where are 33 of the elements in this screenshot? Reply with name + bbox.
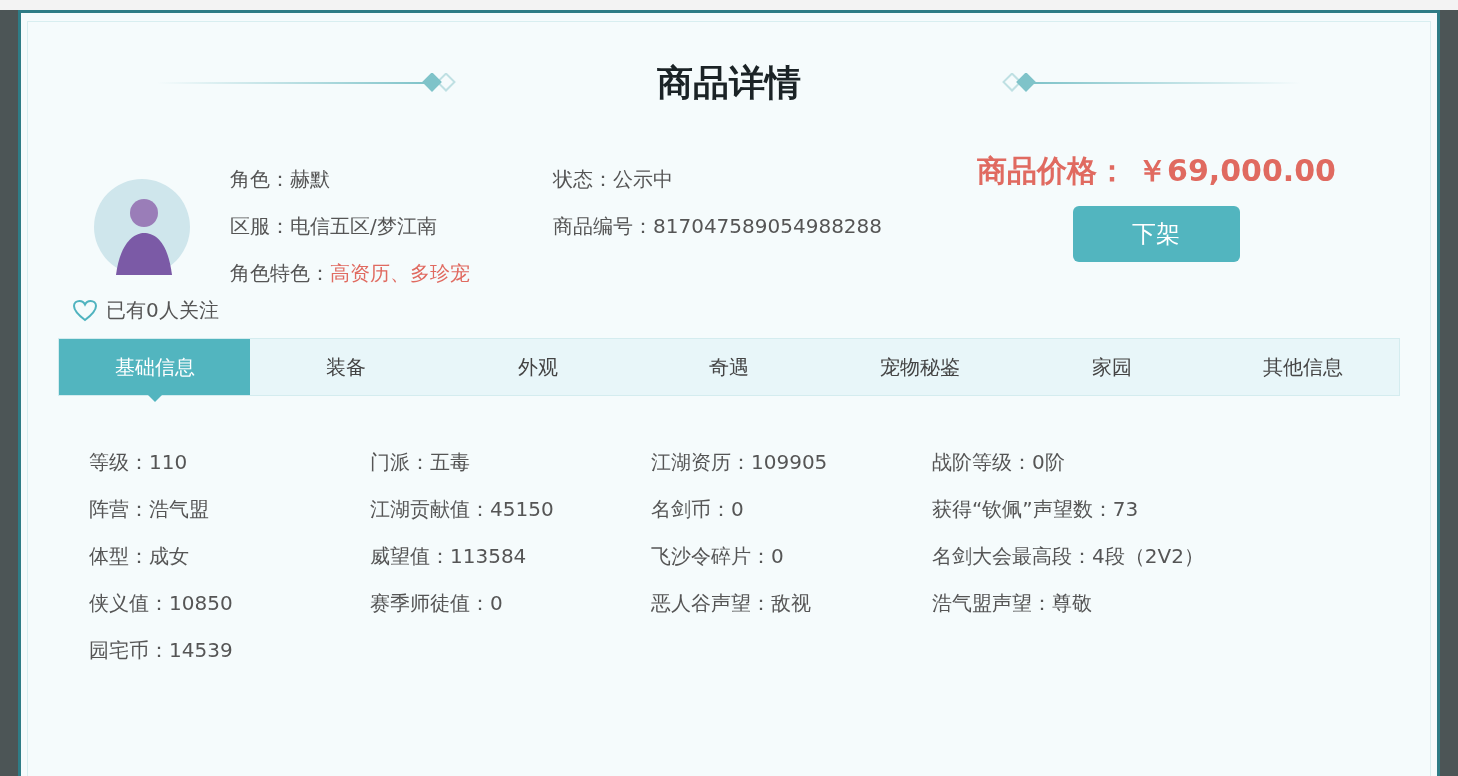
stat-item: 恶人谷声望：敌视 <box>651 590 812 617</box>
stat-item: 门派：五毒 <box>370 449 471 476</box>
product-price: 商品价格： ￥69,000.00 <box>976 152 1336 190</box>
heart-icon[interactable] <box>72 298 98 323</box>
tab[interactable]: 其他信息 <box>1207 339 1399 395</box>
profile-field: 商品编号：817047589054988288 <box>553 212 883 240</box>
stat-item: 飞沙令碎片：0 <box>651 543 785 570</box>
stat-item: 江湖资历：109905 <box>651 449 829 476</box>
stat-item: 战阶等级：0阶 <box>932 449 1066 476</box>
follower-count: 已有0人关注 <box>106 297 219 324</box>
tab[interactable]: 外观 <box>441 339 634 395</box>
tab[interactable]: 宠物秘鉴 <box>824 339 1017 395</box>
stat-item: 侠义值：10850 <box>89 590 234 617</box>
tab[interactable]: 家园 <box>1016 339 1208 395</box>
dialog-title: 商品详情 <box>657 60 801 105</box>
stat-item: 赛季师徒值：0 <box>370 590 504 617</box>
tab[interactable]: 奇遇 <box>633 339 825 395</box>
stat-item: 阵营：浩气盟 <box>89 496 210 523</box>
stat-item: 江湖贡献值：45150 <box>370 496 555 523</box>
tab-pointer-icon <box>147 395 162 402</box>
stat-item: 等级：110 <box>89 449 189 476</box>
stat-item: 威望值：113584 <box>370 543 528 570</box>
profile-field: 角色：赫默 <box>230 165 553 193</box>
profile-field: 角色特色：高资历、多珍宠 <box>230 259 553 287</box>
stat-item: 体型：成女 <box>89 543 190 570</box>
stat-item: 园宅币：14539 <box>89 637 234 664</box>
stat-item: 名剑大会最高段：4段（2V2） <box>932 543 1205 570</box>
profile-field: 状态：公示中 <box>553 165 883 193</box>
stat-item: 名剑币：0 <box>651 496 745 523</box>
tab[interactable]: 装备 <box>250 339 442 395</box>
stat-item: 浩气盟声望：尊敬 <box>932 590 1093 617</box>
stat-item: 获得“钦佩”声望数：73 <box>932 496 1140 523</box>
profile-field: 区服：电信五区/梦江南 <box>230 212 553 240</box>
